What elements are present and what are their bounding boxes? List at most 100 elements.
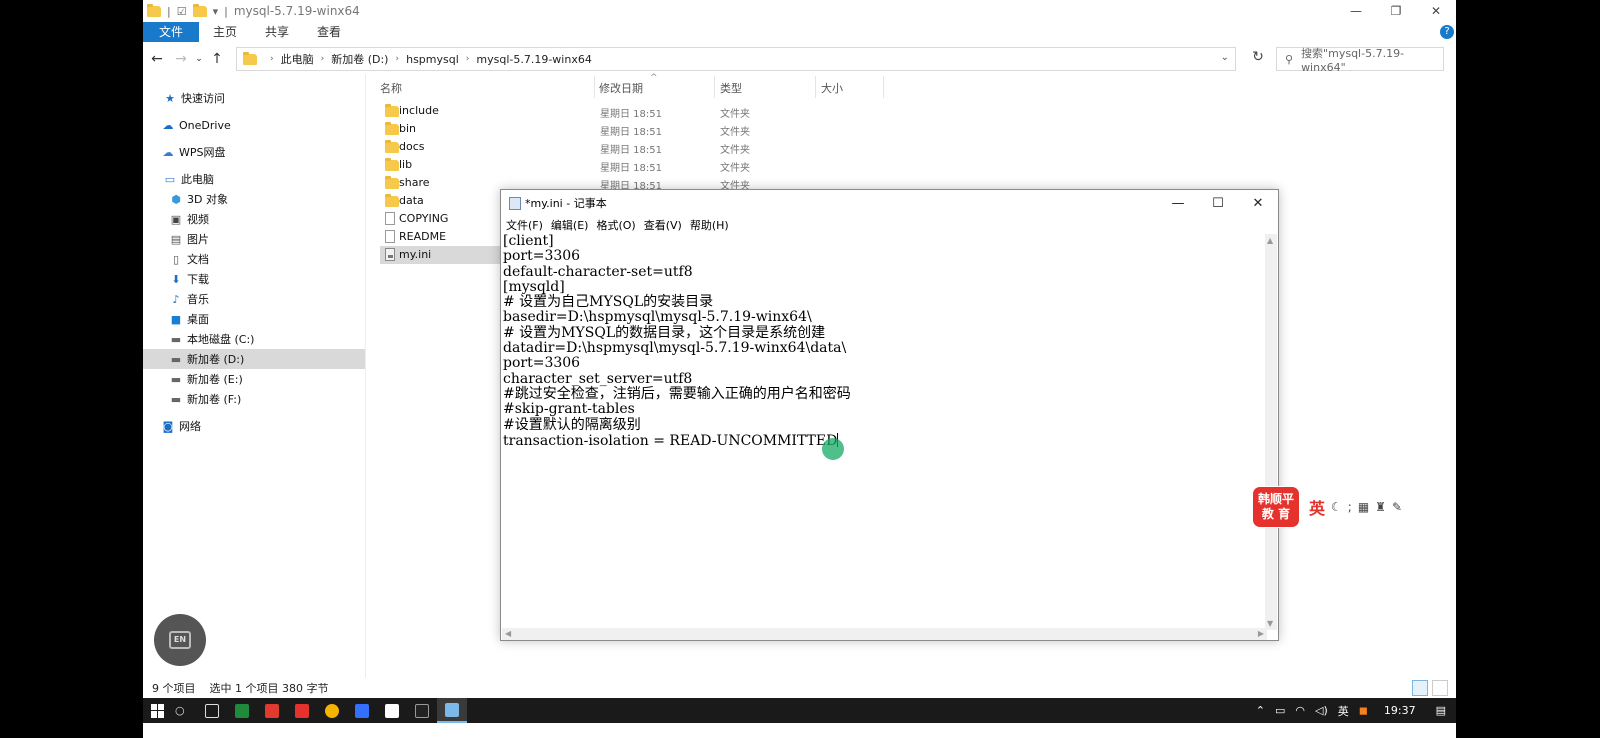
breadcrumb-this-pc[interactable]: 此电脑 bbox=[281, 51, 314, 67]
breadcrumb-hspmysql[interactable]: hspmysql bbox=[406, 53, 459, 66]
refresh-icon[interactable]: ↻ bbox=[1246, 49, 1270, 71]
windows-start-icon[interactable] bbox=[151, 703, 165, 718]
display-icon[interactable]: ▭ bbox=[1275, 704, 1285, 717]
scroll-right-icon[interactable]: ▶ bbox=[1258, 629, 1264, 638]
close-icon[interactable]: ✕ bbox=[1416, 0, 1456, 22]
properties-icon[interactable]: ☑ bbox=[177, 5, 187, 18]
nav-wps[interactable]: ☁ WPS网盘 bbox=[143, 142, 365, 162]
text-line-last: transaction-isolation = READ-UNCOMMITTED bbox=[503, 432, 1267, 449]
keyboard-icon[interactable]: ▦ bbox=[1358, 500, 1369, 514]
brand-logo[interactable]: 韩顺平 教 育 bbox=[1253, 487, 1299, 527]
horizontal-scrollbar[interactable]: ◀ ▶ bbox=[502, 628, 1267, 640]
new-folder-icon[interactable] bbox=[192, 3, 207, 17]
nav-desktop[interactable]: ■ 桌面 bbox=[143, 309, 365, 329]
wrench-icon[interactable]: ✎ bbox=[1392, 500, 1402, 514]
menu-format[interactable]: 格式(O) bbox=[596, 217, 635, 233]
breadcrumb-mysql[interactable]: mysql-5.7.19-winx64 bbox=[476, 53, 591, 66]
taskbar-app[interactable] bbox=[347, 698, 377, 723]
tab-file[interactable]: 文件 bbox=[143, 22, 200, 42]
up-arrow-icon[interactable]: ↑ bbox=[205, 51, 229, 67]
file-row[interactable]: docs 星期日 18:51 文件夹 bbox=[380, 138, 1140, 156]
large-icons-view-icon[interactable] bbox=[1432, 680, 1448, 696]
volume-icon[interactable]: ◁) bbox=[1315, 704, 1328, 717]
shirt-icon[interactable]: ♜ bbox=[1375, 500, 1386, 514]
file-row[interactable]: include 星期日 18:51 文件夹 bbox=[380, 102, 1140, 120]
details-view-icon[interactable] bbox=[1412, 680, 1428, 696]
col-size[interactable]: 大小 bbox=[821, 80, 843, 96]
file-row[interactable]: bin 星期日 18:51 文件夹 bbox=[380, 120, 1140, 138]
chevron-down-icon[interactable]: ⌄ bbox=[1221, 52, 1229, 63]
pane-divider[interactable] bbox=[365, 74, 366, 678]
clock[interactable]: 19:37 bbox=[1384, 704, 1416, 717]
col-date[interactable]: 修改日期 bbox=[599, 80, 643, 96]
notepad-text-area[interactable]: [client] port=3306 default-character-set=u… bbox=[502, 234, 1267, 630]
column-divider[interactable] bbox=[594, 76, 595, 98]
tab-view[interactable]: 查看 bbox=[303, 22, 355, 42]
menu-view[interactable]: 查看(V) bbox=[644, 217, 682, 233]
taskbar-app[interactable] bbox=[287, 698, 317, 723]
tab-share[interactable]: 共享 bbox=[251, 22, 303, 42]
sogou-icon[interactable]: ◼ bbox=[1359, 704, 1368, 717]
moon-icon[interactable]: ☾ bbox=[1331, 500, 1342, 514]
taskbar-app[interactable] bbox=[257, 698, 287, 723]
maximize-icon[interactable]: ❐ bbox=[1376, 0, 1416, 22]
nav-drive-f[interactable]: ▬ 新加卷 (F:) bbox=[143, 389, 365, 409]
vertical-scrollbar[interactable]: ▲ ▼ bbox=[1265, 234, 1277, 630]
back-arrow-icon[interactable]: ← bbox=[145, 51, 169, 67]
column-divider[interactable] bbox=[883, 76, 884, 98]
file-row-selected[interactable]: my.ini bbox=[380, 246, 502, 264]
nav-music[interactable]: ♪ 音乐 bbox=[143, 289, 365, 309]
wifi-icon[interactable]: ◠ bbox=[1295, 704, 1305, 717]
breadcrumb-drive-d[interactable]: 新加卷 (D:) bbox=[331, 51, 388, 67]
nav-downloads[interactable]: ⬇ 下载 bbox=[143, 269, 365, 289]
recent-dropdown-icon[interactable]: ⌄ bbox=[193, 54, 205, 64]
column-divider[interactable] bbox=[714, 76, 715, 98]
nav-3d-objects[interactable]: ⬢ 3D 对象 bbox=[143, 189, 365, 209]
scroll-up-icon[interactable]: ▲ bbox=[1267, 236, 1273, 245]
minimize-icon[interactable]: — bbox=[1158, 190, 1198, 216]
nav-drive-e[interactable]: ▬ 新加卷 (E:) bbox=[143, 369, 365, 389]
maximize-icon[interactable]: ☐ bbox=[1198, 190, 1238, 216]
file-row[interactable]: lib 星期日 18:51 文件夹 bbox=[380, 156, 1140, 174]
minimize-icon[interactable]: — bbox=[1336, 0, 1376, 22]
taskbar-app[interactable] bbox=[377, 698, 407, 723]
close-icon[interactable]: ✕ bbox=[1238, 190, 1278, 216]
forward-arrow-icon[interactable]: → bbox=[169, 51, 193, 67]
nav-documents[interactable]: ▯ 文档 bbox=[143, 249, 365, 269]
tab-home[interactable]: 主页 bbox=[199, 22, 251, 42]
cloud-icon: ☁ bbox=[162, 145, 174, 159]
en-floating-button[interactable]: EN bbox=[154, 614, 206, 666]
nav-network[interactable]: ◙ 网络 bbox=[143, 416, 365, 436]
menu-edit[interactable]: 编辑(E) bbox=[551, 217, 589, 233]
search-input[interactable]: ⚲ 搜索"mysql-5.7.19-winx64" bbox=[1276, 47, 1444, 74]
notifications-icon[interactable]: ▤ bbox=[1436, 704, 1446, 717]
nav-videos[interactable]: ▣ 视频 bbox=[143, 209, 365, 229]
col-name[interactable]: 名称 bbox=[380, 80, 402, 96]
ime-toolbar: 韩顺平 教 育 英 ☾ ; ▦ ♜ ✎ bbox=[1252, 486, 1426, 528]
taskbar-app[interactable] bbox=[227, 698, 257, 723]
search-icon[interactable]: ○ bbox=[175, 704, 197, 717]
help-icon[interactable]: ? bbox=[1440, 25, 1454, 39]
taskbar-app[interactable] bbox=[317, 698, 347, 723]
tray-language[interactable]: 英 bbox=[1338, 703, 1349, 719]
nav-drive-c[interactable]: ▬ 本地磁盘 (C:) bbox=[143, 329, 365, 349]
nav-drive-d[interactable]: ▬ 新加卷 (D:) bbox=[143, 349, 365, 369]
column-divider[interactable] bbox=[815, 76, 816, 98]
col-type[interactable]: 类型 bbox=[720, 80, 742, 96]
nav-this-pc[interactable]: ▭ 此电脑 bbox=[143, 169, 365, 189]
customize-dropdown-icon[interactable]: ▾ bbox=[213, 5, 219, 18]
address-bar[interactable]: › 此电脑 › 新加卷 (D:) › hspmysql › mysql-5.7.… bbox=[236, 47, 1236, 71]
menu-file[interactable]: 文件(F) bbox=[506, 217, 543, 233]
nav-pictures[interactable]: ▤ 图片 bbox=[143, 229, 365, 249]
taskbar-taskview[interactable] bbox=[197, 698, 227, 723]
ime-language[interactable]: 英 bbox=[1309, 495, 1325, 519]
nav-onedrive[interactable]: ☁ OneDrive bbox=[143, 115, 365, 135]
nav-quick-access[interactable]: ★ 快速访问 bbox=[143, 88, 365, 108]
chevron-up-icon[interactable]: ⌃ bbox=[1256, 704, 1265, 717]
scroll-left-icon[interactable]: ◀ bbox=[505, 629, 511, 638]
punctuation-icon[interactable]: ; bbox=[1348, 500, 1352, 514]
menu-help[interactable]: 帮助(H) bbox=[690, 217, 729, 233]
taskbar-app[interactable] bbox=[407, 698, 437, 723]
taskbar-app-notepad[interactable] bbox=[437, 698, 467, 723]
scroll-down-icon[interactable]: ▼ bbox=[1267, 619, 1273, 628]
